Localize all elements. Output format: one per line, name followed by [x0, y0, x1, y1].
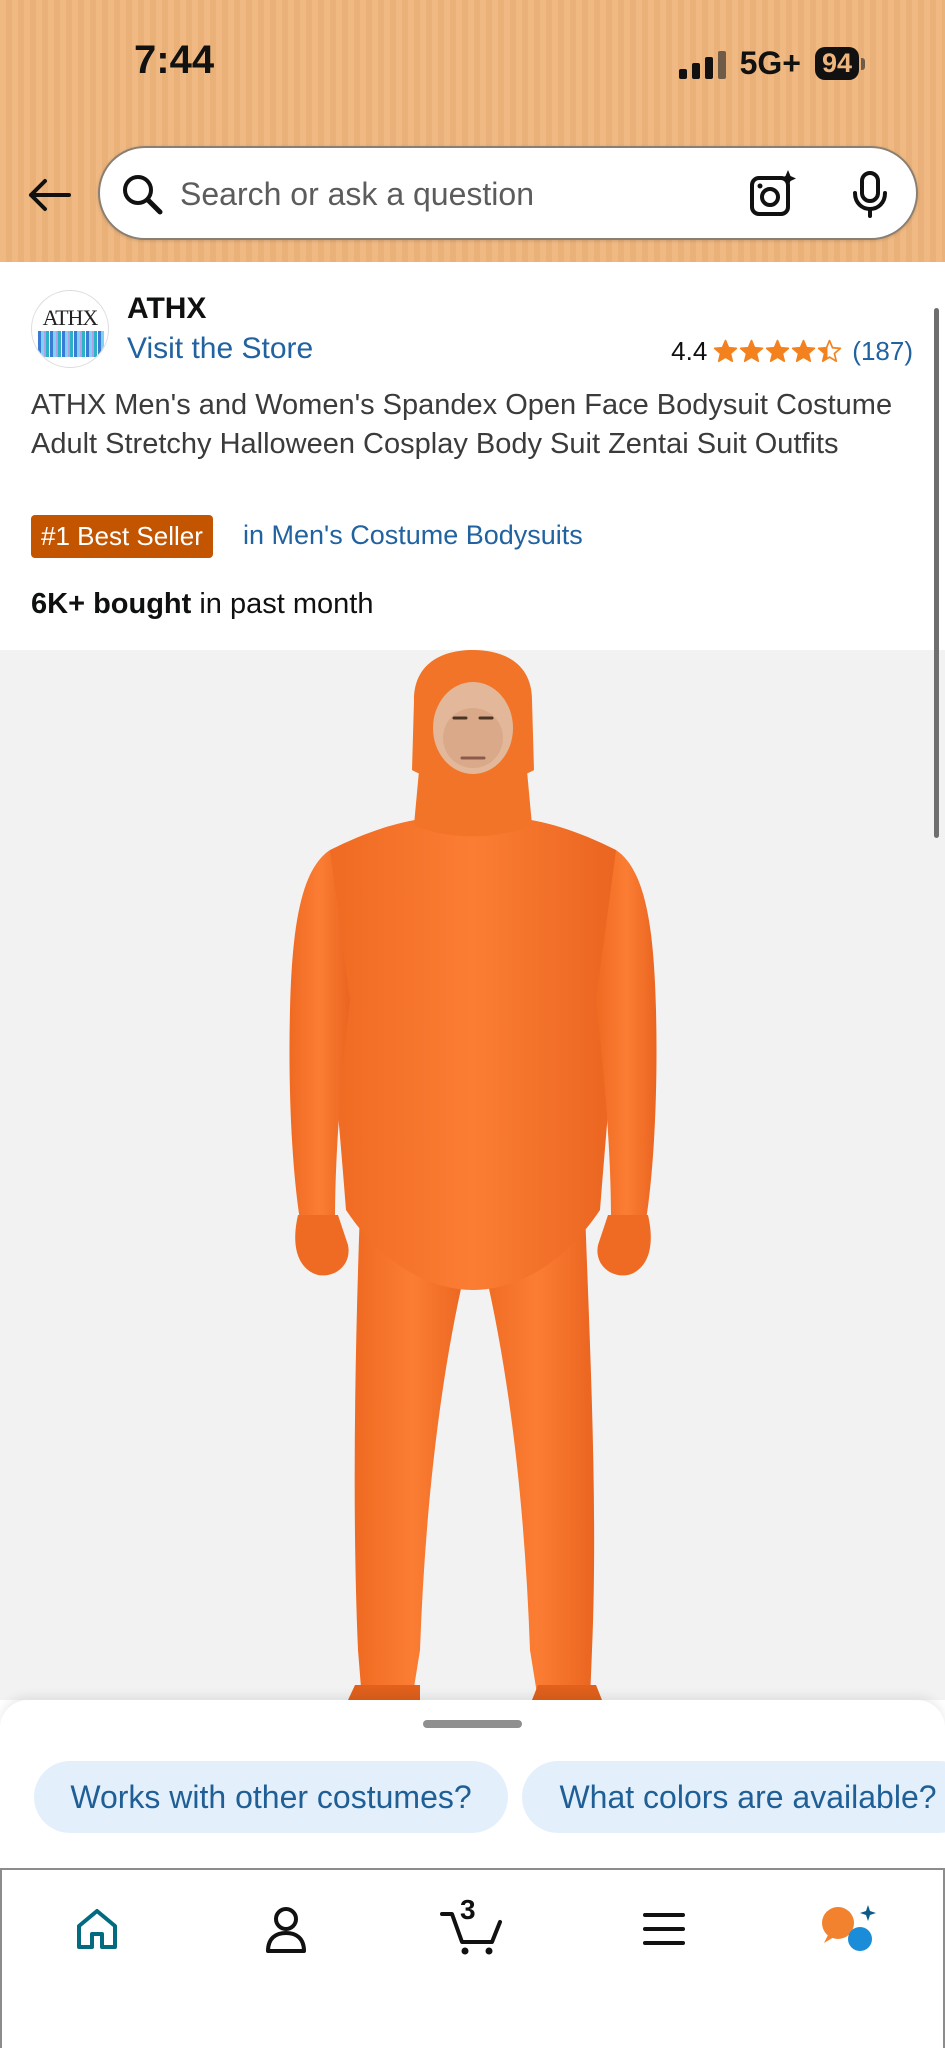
nav-home[interactable] [57, 1894, 137, 1964]
voice-search-button[interactable] [850, 170, 890, 223]
account-icon [266, 1907, 306, 1953]
suggestion-chip[interactable]: Works with other costumes? [34, 1761, 508, 1833]
home-icon [77, 1909, 117, 1949]
rating-summary[interactable]: 4.4 (187) [671, 336, 913, 367]
search-bar[interactable] [98, 146, 918, 240]
product-image[interactable] [0, 650, 945, 1700]
star-icon [740, 339, 764, 363]
brand-name: ATHX [127, 292, 207, 325]
star-icon [818, 339, 842, 363]
best-seller-category-link[interactable]: in Men's Costume Bodysuits [243, 520, 583, 551]
star-icon [792, 339, 816, 363]
nav-rufus[interactable] [808, 1894, 888, 1964]
back-button[interactable] [26, 172, 72, 218]
bottom-nav: 3 [0, 1868, 945, 2048]
review-count[interactable]: (187) [852, 336, 913, 367]
status-time: 7:44 [134, 38, 215, 82]
battery-icon: 94 [814, 47, 865, 80]
bought-count-bold: 6K+ bought [31, 588, 192, 620]
menu-icon [643, 1913, 685, 1945]
bought-count: 6K+ bought in past month [31, 588, 373, 621]
bought-count-rest: in past month [191, 588, 374, 620]
search-icon [123, 175, 163, 215]
back-arrow-icon [29, 179, 71, 211]
rufus-chat-icon [822, 1905, 876, 1951]
cart-count: 3 [460, 1894, 476, 1925]
brand-logo[interactable]: ATHX [31, 290, 109, 368]
nav-menu[interactable] [624, 1894, 704, 1964]
star-icon [714, 339, 738, 363]
sheet-drag-handle[interactable] [423, 1720, 522, 1728]
brand-logo-text: ATHX [42, 305, 99, 330]
battery-level: 94 [814, 47, 859, 80]
rating-value: 4.4 [671, 336, 708, 366]
best-seller-badge[interactable]: #1 Best Seller [31, 515, 213, 558]
microphone-icon [853, 171, 887, 218]
product-title: ATHX Men's and Women's Spandex Open Face… [31, 389, 893, 460]
network-label: 5G+ [739, 45, 801, 81]
nav-account[interactable] [246, 1894, 326, 1964]
star-rating-icon [713, 339, 842, 364]
suggestion-sheet: Works with other costumes? What colors a… [0, 1700, 945, 1868]
search-input[interactable] [180, 166, 720, 222]
product-photo-bodysuit [289, 650, 657, 1700]
signal-icon [678, 49, 726, 79]
app-header: 7:44 5G+ 94 [0, 0, 945, 262]
suggestion-chip[interactable]: What colors are available? [522, 1761, 945, 1833]
camera-lens-icon [750, 170, 796, 216]
nav-cart[interactable]: 3 [432, 1894, 512, 1964]
page-scrollbar[interactable] [934, 308, 939, 838]
status-indicators: 5G+ 94 [678, 45, 865, 82]
star-icon [766, 339, 790, 363]
camera-search-button[interactable] [748, 170, 796, 223]
visit-store-link[interactable]: Visit the Store [127, 332, 313, 366]
